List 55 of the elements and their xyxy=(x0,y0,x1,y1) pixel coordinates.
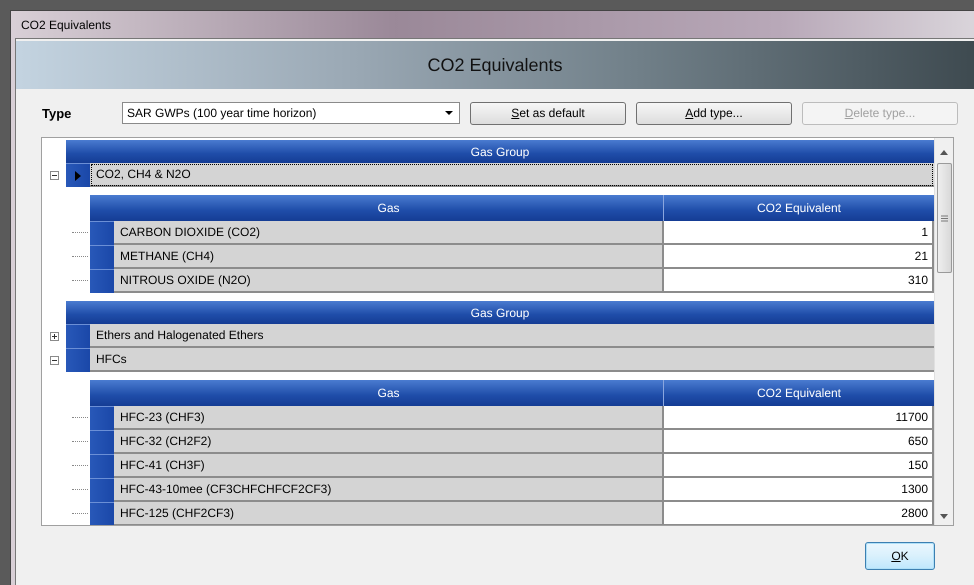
gas-cell: CARBON DIOXIDE (CO2) xyxy=(114,221,664,245)
collapse-icon[interactable] xyxy=(50,356,58,364)
dialog-title: CO2 Equivalents xyxy=(427,54,563,76)
scroll-up-icon[interactable] xyxy=(940,150,948,155)
row-selector[interactable] xyxy=(90,406,114,430)
value-cell[interactable]: 2800 xyxy=(664,502,934,525)
window-title: CO2 Equivalents xyxy=(21,18,112,32)
grip-icon xyxy=(940,214,948,222)
toolbar-button[interactable]: Add type... xyxy=(636,102,792,124)
value-cell[interactable]: 1300 xyxy=(664,478,934,502)
column-header: CO2 Equivalent xyxy=(664,195,934,221)
value-cell[interactable]: 1 xyxy=(664,221,934,245)
gas-cell: NITROUS OXIDE (N2O) xyxy=(114,269,664,293)
row-selector[interactable] xyxy=(66,324,90,348)
value-cell[interactable]: 650 xyxy=(664,430,934,454)
group-cell[interactable]: Ethers and Halogenated Ethers xyxy=(90,324,934,348)
row-selector[interactable] xyxy=(90,478,114,502)
column-header: Gas xyxy=(114,195,664,221)
row-selector[interactable] xyxy=(90,502,114,525)
row-selector[interactable] xyxy=(90,269,114,293)
gas-cell: METHANE (CH4) xyxy=(114,245,664,269)
gas-cell: HFC-32 (CH2F2) xyxy=(114,430,664,454)
gas-cell: HFC-125 (CHF2CF3) xyxy=(114,502,664,525)
band-header: Gas Group xyxy=(66,301,934,324)
ok-button[interactable]: OK xyxy=(865,542,935,570)
row-selector[interactable] xyxy=(66,163,90,187)
gas-cell: HFC-41 (CH3F) xyxy=(114,454,664,478)
corner-header xyxy=(90,195,114,221)
expand-icon[interactable] xyxy=(50,332,58,340)
type-dropdown[interactable]: SAR GWPs (100 year time horizon) xyxy=(122,102,460,124)
vertical-scrollbar[interactable] xyxy=(934,138,953,525)
toolbar-button[interactable]: Set as default xyxy=(470,102,626,124)
gas-cell: HFC-23 (CHF3) xyxy=(114,406,664,430)
group-cell[interactable]: HFCs xyxy=(90,348,934,372)
row-selector[interactable] xyxy=(90,430,114,454)
row-selector[interactable] xyxy=(90,245,114,269)
value-cell[interactable]: 150 xyxy=(664,454,934,478)
value-cell[interactable]: 310 xyxy=(664,269,934,293)
column-header: Gas xyxy=(114,380,664,406)
band-header: Gas Group xyxy=(66,140,934,163)
row-selector[interactable] xyxy=(90,221,114,245)
current-row-icon xyxy=(75,170,81,180)
gas-cell: HFC-43-10mee (CF3CHFCHFCF2CF3) xyxy=(114,478,664,502)
row-selector[interactable] xyxy=(66,348,90,372)
type-label: Type xyxy=(42,106,72,120)
collapse-icon[interactable] xyxy=(50,170,58,180)
row-selector[interactable] xyxy=(90,454,114,478)
scroll-thumb[interactable] xyxy=(936,163,952,273)
corner-header xyxy=(90,380,114,406)
dropdown-arrow-icon xyxy=(445,111,453,115)
column-header: CO2 Equivalent xyxy=(664,380,934,406)
group-cell[interactable]: CO2, CH4 & N2O xyxy=(90,163,934,187)
scroll-down-icon[interactable] xyxy=(940,514,948,519)
value-cell[interactable]: 21 xyxy=(664,245,934,269)
value-cell[interactable]: 11700 xyxy=(664,406,934,430)
